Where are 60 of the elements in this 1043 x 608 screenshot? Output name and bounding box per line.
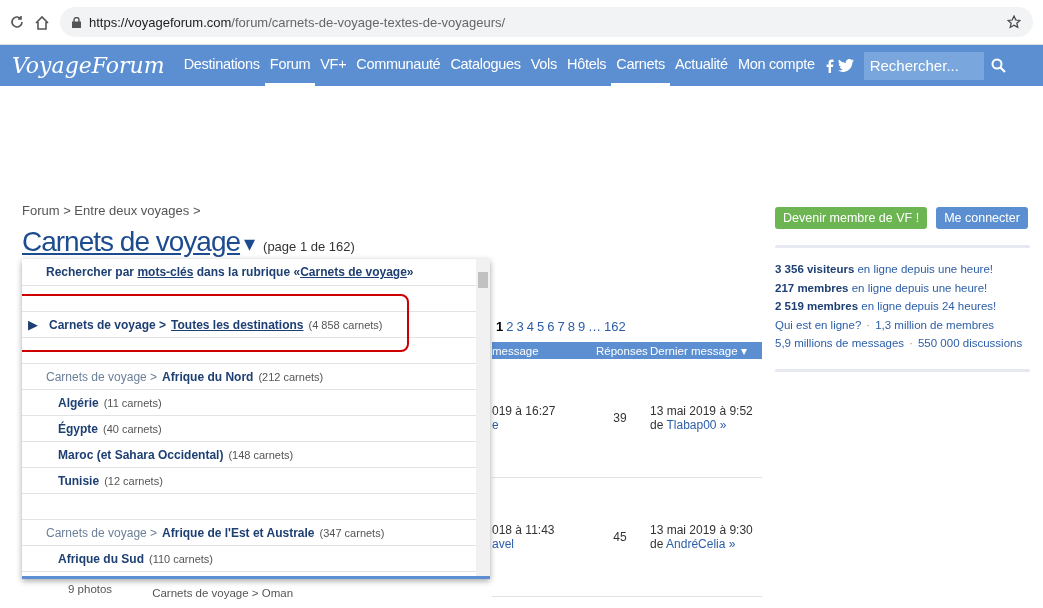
reload-icon[interactable] <box>10 15 24 29</box>
search-icon <box>991 58 1007 73</box>
photo-count: 9 photos <box>68 583 113 597</box>
stat-link[interactable]: Qui est en ligne? <box>775 315 862 334</box>
by-label: de <box>650 418 664 432</box>
category-link[interactable]: Carnets de voyage <box>300 265 407 279</box>
page-info: (page 1 de 162) <box>263 239 355 254</box>
category-path[interactable]: Carnets de voyage > Oman <box>152 587 294 599</box>
table-cell: 13 mai 2019 à 9:30 <box>650 523 753 537</box>
category-option[interactable]: Carnets de voyage > Afrique de l'Est et Australe (347 carnets) <box>22 519 476 546</box>
separator-dot: · <box>909 336 913 351</box>
scrollbar[interactable] <box>476 259 490 576</box>
address-bar[interactable]: https://voyageforum.com/forum/carnets-de-voyage-textes-de-voyageurs/ <box>60 7 1033 37</box>
category-option[interactable]: Algérie (11 carnets) <box>22 390 476 416</box>
page-link[interactable]: 5 <box>536 318 545 334</box>
page-link[interactable]: 2 <box>506 318 514 334</box>
author-link[interactable]: avel <box>492 537 596 551</box>
page-link[interactable]: 7 <box>557 318 565 334</box>
page-link[interactable]: 4 <box>526 318 534 334</box>
author-link[interactable]: AndréCelia » <box>666 537 736 551</box>
page-link[interactable]: … <box>588 318 602 334</box>
author-link[interactable]: Tlabap00 » <box>666 418 727 432</box>
dropdown-caret[interactable]: ▾ <box>244 231 256 257</box>
category-option[interactable]: Égypte (40 carnets) <box>22 416 476 442</box>
author-link[interactable]: e <box>492 418 596 432</box>
breadcrumb[interactable]: Forum > Entre deux voyages > <box>22 203 762 218</box>
facebook-icon[interactable] <box>825 58 834 73</box>
category-option[interactable]: Maroc (et Sahara Occidental) (148 carnets) <box>22 442 476 468</box>
replies-count: 45 <box>612 530 628 544</box>
online-stat: 217 membres en ligne depuis une heure! <box>775 280 989 296</box>
page-link[interactable]: 9 <box>577 318 586 334</box>
stat-link[interactable]: 5,9 millions de messages <box>775 334 905 353</box>
category-option[interactable]: Afrique du Sud (110 carnets) <box>22 546 476 572</box>
page-link[interactable]: 3 <box>516 318 524 334</box>
home-icon[interactable] <box>34 14 50 30</box>
page-link[interactable]: 6 <box>547 318 555 334</box>
table-cell: 13 mai 2019 à 9:52 <box>650 404 753 418</box>
table-cell-text: 019 à 16:27 <box>492 404 557 418</box>
page-link[interactable]: 162 <box>604 318 626 334</box>
stat-link[interactable]: 1,3 million de membres <box>875 315 995 334</box>
lock-icon <box>72 16 81 28</box>
search-field[interactable]: Rechercher... <box>863 51 984 80</box>
star-icon[interactable] <box>1007 15 1021 29</box>
pointer-arrow: ▶ <box>28 317 39 332</box>
page-link[interactable]: 8 <box>567 318 575 334</box>
online-stat: 2 519 membres en ligne depuis 24 heures! <box>775 299 998 314</box>
category-option[interactable]: Tunisie (12 carnets) <box>22 468 476 494</box>
keyword-search-line: Rechercher par mots-clés dans la rubrique «Carnets de voyage» <box>22 259 476 286</box>
twitter-icon[interactable] <box>837 59 854 72</box>
online-stat: 3 356 visiteurs en ligne depuis une heure! <box>775 262 995 277</box>
keywords-link[interactable]: mots-clés <box>137 265 194 279</box>
table-cell-text: 018 à 11:43 <box>492 523 556 537</box>
stat-link[interactable]: 550 000 discussions <box>917 334 1023 353</box>
category-option[interactable]: ▶ Carnets de voyage > Toutes les destinations (4 858 carnets) <box>22 311 476 338</box>
replies-count: 39 <box>612 411 628 425</box>
category-option[interactable]: Carnets de voyage > Afrique du Nord (212 carnets) <box>22 363 476 390</box>
by-label: de <box>650 537 664 551</box>
page-link[interactable]: 1 <box>496 318 504 334</box>
separator-dot: · <box>866 317 871 333</box>
forum-title[interactable]: Carnets de voyage <box>22 226 241 258</box>
